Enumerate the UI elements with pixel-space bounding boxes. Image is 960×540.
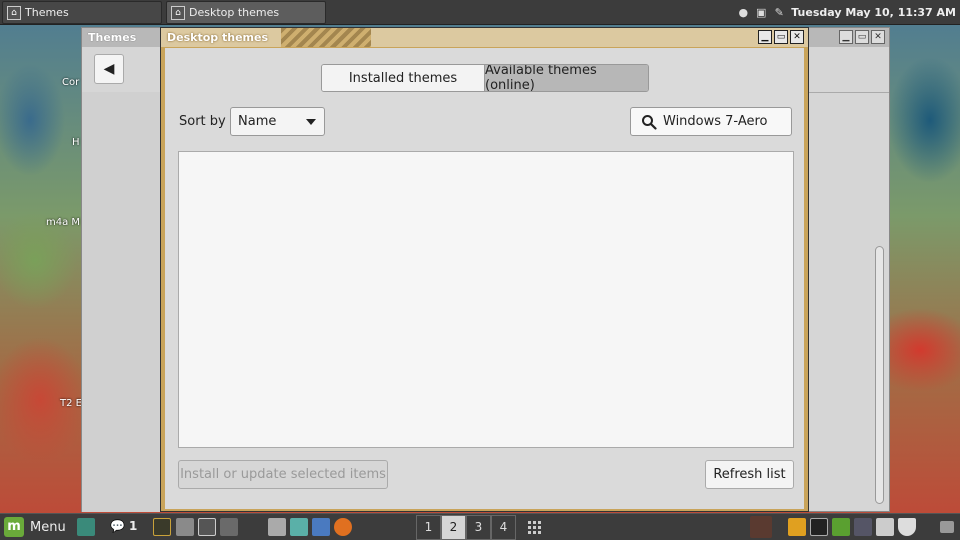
app-grid-icon[interactable] — [528, 521, 542, 535]
tab-available-themes[interactable]: Available themes (online) — [485, 65, 648, 91]
display-icon[interactable] — [940, 521, 954, 533]
chevron-down-icon — [306, 119, 316, 125]
themes-list[interactable] — [178, 151, 794, 448]
search-icon — [641, 114, 657, 130]
dialog-titlebar[interactable]: Desktop themes ▁ ▭ ✕ — [161, 28, 808, 47]
tools-icon[interactable] — [176, 518, 194, 536]
top-tray: ● ▣ ✎ Tuesday May 10, 11:37 AM — [737, 0, 956, 25]
notification-count: 1 — [128, 519, 138, 533]
taskbar-item-label: Themes — [25, 6, 69, 19]
sort-value: Name — [238, 114, 277, 129]
themes-sidebar — [82, 92, 160, 512]
theme-source-switcher: Installed themes Available themes (onlin… — [321, 64, 649, 92]
menu-label: Menu — [30, 519, 66, 535]
firefox-icon[interactable] — [334, 518, 352, 536]
chat-bubble-icon: 💬 — [110, 519, 125, 533]
sort-dropdown[interactable]: Name — [230, 107, 325, 136]
refresh-button[interactable]: Refresh list — [705, 460, 794, 489]
update-icon[interactable]: ▣ — [755, 6, 767, 19]
user-icon[interactable]: ● — [737, 6, 749, 19]
clock[interactable]: Tuesday May 10, 11:37 AM — [791, 6, 956, 19]
window-title: Themes — [88, 31, 137, 44]
mint-logo-icon: m — [4, 517, 24, 537]
workspace-3[interactable]: 3 — [466, 515, 491, 540]
terminal-icon[interactable] — [810, 518, 828, 536]
close-icon[interactable]: ✕ — [790, 30, 804, 44]
themes-app-icon: ⌂ — [7, 5, 21, 20]
menu-button[interactable]: m Menu — [4, 517, 66, 537]
scrollbar-thumb[interactable] — [875, 246, 884, 504]
workspace-4[interactable]: 4 — [491, 515, 516, 540]
workspace-2[interactable]: 2 — [441, 515, 466, 540]
workspace-switcher: 1 2 3 4 — [416, 515, 516, 540]
titlebar-decoration — [281, 28, 371, 47]
back-button[interactable]: ◀ — [94, 54, 124, 84]
show-desktop-icon[interactable] — [77, 518, 95, 536]
window-controls: ▁ ▭ ✕ — [839, 30, 885, 44]
maximize-icon[interactable]: ▭ — [855, 30, 869, 44]
arrow-left-icon: ◀ — [103, 61, 115, 77]
sort-label: Sort by — [179, 114, 226, 129]
cleaner-icon[interactable] — [220, 518, 238, 536]
avatar[interactable] — [750, 516, 772, 538]
pen-icon[interactable]: ✎ — [773, 6, 785, 19]
bottom-panel: m Menu 💬 1 1 2 3 4 — [0, 513, 960, 540]
desktop-icon-label[interactable]: H — [72, 137, 80, 148]
settings-icon[interactable] — [312, 518, 330, 536]
window-controls: ▁ ▭ ✕ — [758, 30, 804, 44]
clipboard-icon[interactable] — [876, 518, 894, 536]
minimize-icon[interactable]: ▁ — [758, 30, 772, 44]
system-monitor-icon[interactable] — [153, 518, 171, 536]
network-icon[interactable] — [854, 518, 872, 536]
search-input[interactable]: Windows 7-Aero — [630, 107, 792, 136]
taskbar-item-desktop-themes[interactable]: ⌂ Desktop themes — [166, 1, 326, 24]
tab-installed-themes[interactable]: Installed themes — [322, 65, 485, 91]
desktop-icon-label[interactable]: m4a M — [46, 217, 80, 228]
window-title: Desktop themes — [167, 31, 268, 44]
notifications-applet[interactable]: 💬 1 — [110, 519, 137, 533]
themes-app-icon: ⌂ — [171, 5, 185, 20]
desktop-icon-label[interactable]: Cor — [62, 77, 79, 88]
desktop-icon-label[interactable]: T2 E — [60, 398, 82, 409]
themes-app-icon[interactable] — [198, 518, 216, 536]
minimize-icon[interactable]: ▁ — [839, 30, 853, 44]
notes-icon[interactable] — [788, 518, 806, 536]
install-button[interactable]: Install or update selected items — [178, 460, 388, 489]
camera-icon[interactable] — [268, 518, 286, 536]
workspace-1[interactable]: 1 — [416, 515, 441, 540]
folder-icon[interactable] — [290, 518, 308, 536]
desktop-themes-dialog: Desktop themes ▁ ▭ ✕ Installed themes Av… — [160, 27, 809, 512]
dialog-body: Installed themes Available themes (onlin… — [165, 48, 804, 509]
taskbar-item-themes[interactable]: ⌂ Themes — [2, 1, 162, 24]
taskbar-item-label: Desktop themes — [189, 6, 280, 19]
close-icon[interactable]: ✕ — [871, 30, 885, 44]
top-panel: ⌂ Themes ⌂ Desktop themes ● ▣ ✎ Tuesday … — [0, 0, 960, 25]
shield-icon[interactable] — [898, 518, 916, 536]
nvidia-icon[interactable] — [832, 518, 850, 536]
maximize-icon[interactable]: ▭ — [774, 30, 788, 44]
search-value: Windows 7-Aero — [663, 114, 768, 129]
